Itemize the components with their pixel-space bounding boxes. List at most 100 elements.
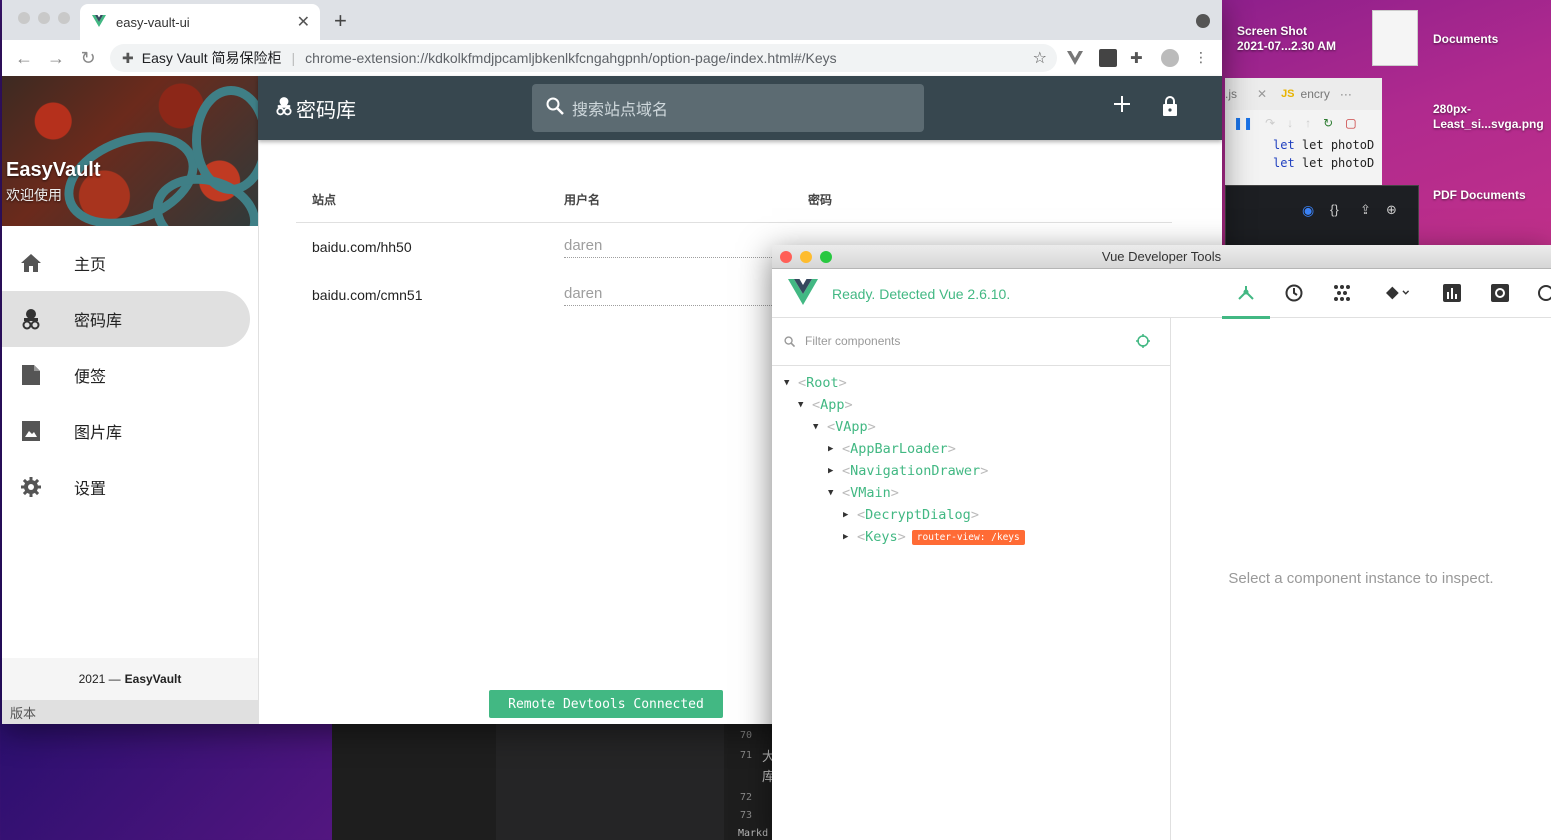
extension-puzzle-icon: ✚ [122,49,134,66]
nav-item-gallery[interactable]: 图片库 [2,403,250,459]
extensions-icon[interactable]: ✚ [1130,49,1148,67]
add-button[interactable] [1114,96,1130,117]
version-label: 版本 [2,700,258,724]
collapse-arrow-icon[interactable]: ▶ [843,510,857,520]
background-editor-sidebar [332,724,496,840]
vue-logo-icon [92,14,106,30]
search-placeholder: 搜索站点域名 [572,102,669,119]
username-field[interactable]: daren [564,237,774,258]
expand-arrow-icon[interactable]: ▼ [828,488,842,498]
desktop-item-documents[interactable]: Documents [1433,32,1498,47]
extension-icon[interactable] [1099,49,1117,67]
tree-node-navigationdrawer[interactable]: ▶ < NavigationDrawer > [772,460,1170,482]
column-header[interactable]: 站点 [296,191,564,208]
desktop-item-svg[interactable]: 280px- Least_si...svga.png [1433,102,1544,132]
column-header[interactable]: 密码 [808,191,1008,208]
home-icon [20,252,42,274]
tree-node-app[interactable]: ▼ < App > [772,394,1170,416]
expand-arrow-icon[interactable]: ▼ [784,378,798,388]
tab-search-icon[interactable] [1196,14,1210,28]
window-close-button[interactable] [18,12,30,24]
filter-components-input[interactable]: Filter components [772,317,1170,366]
expand-arrow-icon[interactable]: ▼ [798,400,812,410]
background-editor-pane [496,724,724,840]
tree-node-vapp[interactable]: ▼ < VApp > [772,416,1170,438]
vue-devtools-extension-icon[interactable] [1066,49,1084,67]
tab-close-icon[interactable]: ✕ [297,12,310,32]
site-cell: baidu.com/hh50 [312,239,412,255]
window-zoom-button[interactable] [820,251,832,263]
components-tab-icon[interactable] [1222,281,1270,319]
editor-tab[interactable]: .js [1225,87,1237,101]
tree-node-root[interactable]: ▼ < Root > [772,372,1170,394]
vuex-tab-icon[interactable] [1330,281,1354,305]
window-minimize-button[interactable] [38,12,50,24]
username-field[interactable]: daren [564,285,774,306]
collapse-arrow-icon[interactable]: ▶ [828,444,842,454]
nav-item-settings[interactable]: 设置 [2,459,250,515]
devtools-title-bar: Vue Developer Tools [772,245,1551,269]
expand-arrow-icon[interactable]: ▼ [813,422,827,432]
collapse-arrow-icon[interactable]: ▶ [828,466,842,476]
table-header: 站点 用户名 密码 [296,176,1172,223]
image-icon [20,420,42,442]
browser-tab[interactable]: easy-vault-ui ✕ [80,4,320,40]
tree-node-vmain[interactable]: ▼ < VMain > [772,482,1170,504]
page-title: 密码库 [296,100,356,122]
filter-placeholder: Filter components [805,334,901,348]
vue-devtools-window: Vue Developer Tools Ready. Detected Vue … [772,245,1551,840]
profile-avatar[interactable] [1161,49,1179,67]
collapse-arrow-icon[interactable]: ▶ [843,532,857,542]
back-icon[interactable]: ← [8,48,40,69]
nav-item-notes[interactable]: 便签 [2,347,250,403]
search-icon [546,97,564,120]
reload-icon[interactable]: ↻ [72,48,104,69]
search-input[interactable]: 搜索站点域名 [532,84,924,132]
background-code-editor: .js ✕ JS encry ··· ❚❚ ↷ ↓ ↑ ↻ ▢ let let photo… [1225,78,1382,188]
site-name: Easy Vault 简易保险柜 [141,50,282,66]
tree-node-appbarloader[interactable]: ▶ < AppBarLoader > [772,438,1170,460]
forward-icon[interactable]: → [40,48,72,69]
bookmark-star-icon[interactable]: ☆ [1033,48,1047,68]
refresh-tab-icon[interactable] [1534,281,1551,305]
window-close-button[interactable] [780,251,792,263]
vue-logo-icon [788,279,818,305]
tree-node-keys[interactable]: ▶ < Keys > router-view: /keys [772,526,1170,548]
tree-node-decryptdialog[interactable]: ▶ < DecryptDialog > [772,504,1170,526]
window-minimize-button[interactable] [800,251,812,263]
footer-brand: EasyVault [124,672,182,686]
browser-toolbar: ← → ↻ ✚ Easy Vault 简易保险柜 | chrome-extens… [2,40,1222,77]
history-tab-icon[interactable] [1282,281,1306,305]
search-icon [784,335,795,347]
url-text: chrome-extension://kdkolkfmdjpcamljbkenl… [305,50,837,66]
inspect-hint: Select a component instance to inspect. [1228,570,1494,587]
remote-devtools-snackbar: Remote Devtools Connected [489,690,723,718]
background-editor-gutter: 70 71 大 库 72 73 Markd [724,724,775,840]
footer-year: 2021 — [78,672,121,686]
router-tab-icon[interactable] [1386,281,1410,305]
select-component-icon[interactable] [1136,334,1150,348]
performance-tab-icon[interactable] [1440,281,1464,305]
window-zoom-button[interactable] [58,12,70,24]
component-tree-panel: Filter components ▼ < Root > ▼ < App > ▼ < VApp >… [772,317,1171,840]
settings-tab-icon[interactable] [1488,281,1512,305]
drawer-brand: EasyVault [6,159,101,181]
nav-label: 设置 [74,481,107,498]
desktop-item-pdf-documents[interactable]: PDF Documents [1433,188,1526,203]
note-icon [20,364,42,386]
editor-tab[interactable]: encry [1301,87,1330,101]
nav-item-home[interactable]: 主页 [2,235,250,291]
new-tab-button[interactable]: + [334,8,347,34]
lock-icon[interactable] [1162,96,1178,121]
gear-icon [20,476,42,498]
desktop-file-icon[interactable] [1372,10,1418,66]
component-tree: ▼ < Root > ▼ < App > ▼ < VApp > ▶ < AppBarLoader > ▶… [772,366,1170,548]
inspector-panel: Select a component instance to inspect. [1171,317,1551,840]
nav-item-vault[interactable]: 密码库 [2,291,250,347]
app-bar: 密码库 搜索站点域名 [258,76,1222,140]
menu-kebab-icon[interactable]: ⋮ [1194,49,1212,67]
devtools-status: Ready. Detected Vue 2.6.10. [832,286,1011,302]
desktop-item-screenshot[interactable]: Screen Shot 2021-07...2.30 AM [1237,24,1336,54]
column-header[interactable]: 用户名 [564,191,808,208]
address-bar[interactable]: ✚ Easy Vault 简易保险柜 | chrome-extension://… [110,44,1057,72]
